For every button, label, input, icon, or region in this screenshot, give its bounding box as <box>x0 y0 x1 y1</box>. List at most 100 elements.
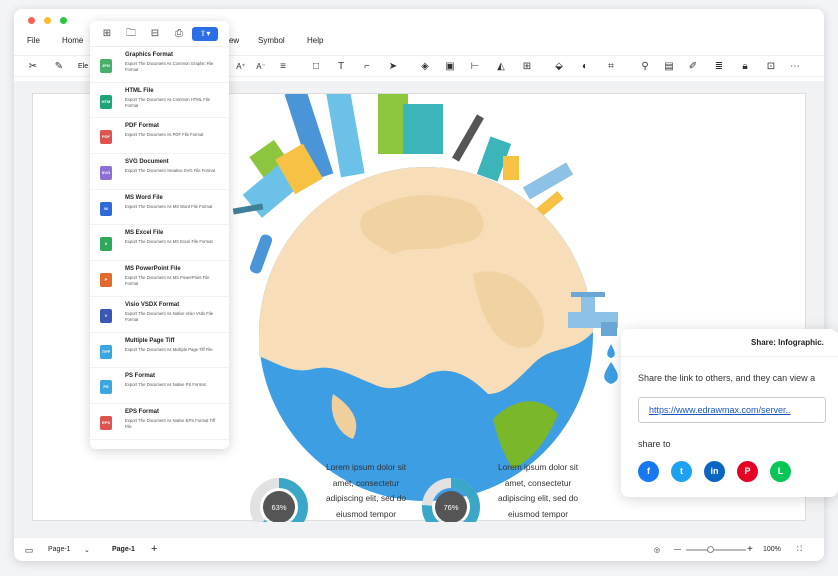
file-format-icon: JPG <box>100 59 112 73</box>
file-format-icon: EPS <box>100 415 112 430</box>
add-page-icon[interactable]: + <box>151 543 157 555</box>
crop-icon[interactable]: ⌗ <box>604 60 618 74</box>
menu-home[interactable]: Home <box>62 36 83 45</box>
linkedin-icon[interactable]: in <box>704 461 725 482</box>
decrease-font-icon[interactable]: A⁻ <box>254 60 268 74</box>
export-format-item[interactable]: X MS Excel File Export The Document As MS … <box>90 225 229 262</box>
page-tab[interactable]: Page-1 <box>112 546 135 553</box>
zoom-slider[interactable] <box>686 549 746 551</box>
file-format-icon: W <box>100 201 112 216</box>
page-view-icon[interactable]: ▭ <box>22 543 36 557</box>
format-painter-icon[interactable]: ✎ <box>52 60 66 74</box>
play-icon[interactable]: ◎ <box>654 546 660 554</box>
line-style-icon[interactable]: ≣ <box>712 60 726 74</box>
share-title: Share: Infographic. <box>751 338 824 347</box>
export-format-item[interactable]: PS PS Format Export The Document As Native… <box>90 368 229 404</box>
format-description: Export The Document As Native EPS Format… <box>125 417 216 429</box>
menu-file[interactable]: File <box>27 36 40 45</box>
globe <box>259 167 593 501</box>
export-format-list: JPG Graphics Format Export The Document As… <box>90 47 229 440</box>
format-title: SVG Document <box>125 159 169 166</box>
export-format-item[interactable]: W MS Word File Export The Document As MS W… <box>90 190 229 226</box>
format-description: Export The Document As Common Graphic Fi… <box>125 61 214 73</box>
export-format-item[interactable]: EPS EPS Format Export The Document As Nati… <box>90 404 229 440</box>
text-tool-icon[interactable]: T <box>334 60 348 74</box>
file-format-icon: TIFF <box>100 344 112 359</box>
align-text-icon[interactable]: ≡ <box>276 60 290 74</box>
cut-icon[interactable]: ✂ <box>26 60 40 74</box>
new-file-icon[interactable]: ⊞ <box>100 27 114 41</box>
close-window-button[interactable] <box>28 17 35 24</box>
rectangle-icon[interactable]: □ <box>309 60 323 74</box>
file-format-icon: X <box>100 237 112 252</box>
file-format-icon: PDF <box>100 130 112 145</box>
export-format-item[interactable]: HTM HTML File Export The Document As Commo… <box>90 83 229 119</box>
export-format-item[interactable]: JPG Graphics Format Export The Document As… <box>90 47 229 83</box>
format-description: Export The Document Asnative SVG File Fo… <box>125 168 215 174</box>
align-left-icon[interactable]: ⊢ <box>468 60 482 74</box>
share-link-field[interactable]: https://www.edrawmax.com/server.. <box>638 397 826 423</box>
connector-icon[interactable]: ⌐ <box>360 60 374 74</box>
line-color-icon[interactable]: ◐ <box>578 60 592 74</box>
pen-icon[interactable]: ✐ <box>686 60 700 74</box>
distribute-icon[interactable]: ⊞ <box>520 60 534 74</box>
open-folder-icon[interactable]: 🗀︎ <box>124 27 138 41</box>
lock-icon[interactable]: 🔒︎ <box>738 60 752 74</box>
file-format-icon: PS <box>100 380 112 395</box>
increase-font-icon[interactable]: A⁺ <box>234 60 248 74</box>
format-description: Export The Document As MS Excel File For… <box>125 239 213 245</box>
zoom-slider-handle[interactable] <box>707 546 714 553</box>
search-icon[interactable]: ⚲ <box>638 60 652 74</box>
line-icon[interactable]: L <box>770 461 791 482</box>
more-tools-icon[interactable]: ⋯ <box>788 60 802 74</box>
chevron-down-icon[interactable]: ⌄ <box>84 546 90 554</box>
share-description: Share the link to others, and they can v… <box>638 373 816 383</box>
export-format-item[interactable]: V Visio VSDX Format Export The Document As… <box>90 297 229 333</box>
menu-symbol[interactable]: Symbol <box>258 36 285 45</box>
zoom-level[interactable]: 100% <box>763 546 781 553</box>
menu-help[interactable]: Help <box>307 36 323 45</box>
format-description: Export The Document As Multiple Page Tif… <box>125 346 213 352</box>
lorem-text-2: Lorem ipsum dolor sit amet, consectetur … <box>497 462 579 519</box>
save-icon[interactable]: ⊟ <box>148 27 162 41</box>
print-icon[interactable]: ⎙ <box>172 27 186 41</box>
format-title: MS Word File <box>125 194 163 201</box>
format-title: PDF Format <box>125 123 160 130</box>
format-description: Export The Document As Common HTML File … <box>125 96 210 108</box>
format-title: MS PowerPoint File <box>125 266 181 273</box>
share-to-label: share to <box>638 439 671 449</box>
minimize-window-button[interactable] <box>44 17 51 24</box>
format-description: Export The Document As PDF File Format <box>125 132 204 138</box>
format-title: Graphics Format <box>125 52 174 58</box>
image-icon[interactable]: ▤ <box>662 60 676 74</box>
export-format-item[interactable]: TIFF Multiple Page Tiff Export The Documen… <box>90 333 229 369</box>
export-format-item[interactable]: SVG SVG Document Export The Document Asnat… <box>90 154 229 190</box>
twitter-icon[interactable]: t <box>671 461 692 482</box>
maximize-window-button[interactable] <box>60 17 67 24</box>
facebook-icon[interactable]: f <box>638 461 659 482</box>
donut-2-label: 76% <box>443 503 459 512</box>
export-menu: ⊞ 🗀︎ ⊟ ⎙ ⇪▾ JPG Graphics Format Export The… <box>90 21 229 449</box>
file-format-icon: P <box>100 273 112 288</box>
format-title: MS Excel File <box>125 230 164 237</box>
export-format-item[interactable]: PDF PDF Format Export The Document As PDF … <box>90 118 229 155</box>
fullscreen-icon[interactable]: ⛶ <box>797 546 802 554</box>
group-icon[interactable]: ▣ <box>443 60 457 74</box>
fit-icon[interactable]: ⊡ <box>764 60 778 74</box>
zoom-out-icon[interactable]: — <box>674 546 681 553</box>
export-button[interactable]: ⇪▾ <box>192 27 218 41</box>
lorem-text-1: Lorem ipsum dolor sit amet, consectetur … <box>325 462 407 519</box>
format-title: Visio VSDX Format <box>125 301 180 308</box>
format-title: EPS Format <box>125 408 160 415</box>
export-menu-toolbar: ⊞ 🗀︎ ⊟ ⎙ ⇪▾ <box>90 21 229 47</box>
fill-color-icon[interactable]: ⬙ <box>552 60 566 74</box>
status-bar: ▭ Page-1 ⌄ Page-1 + ◎ — + 100% ⛶ <box>14 537 824 561</box>
layers-icon[interactable]: ◈ <box>418 60 432 74</box>
zoom-in-icon[interactable]: + <box>747 544 753 555</box>
format-description: Export The Document As MS Word File Form… <box>125 203 213 209</box>
export-format-item[interactable]: P MS PowerPoint File Export The Document A… <box>90 261 229 297</box>
flip-icon[interactable]: ◭ <box>494 60 508 74</box>
pinterest-icon[interactable]: P <box>737 461 758 482</box>
pointer-icon[interactable]: ➤ <box>386 60 400 74</box>
page-selector[interactable]: Page-1 <box>48 546 71 553</box>
